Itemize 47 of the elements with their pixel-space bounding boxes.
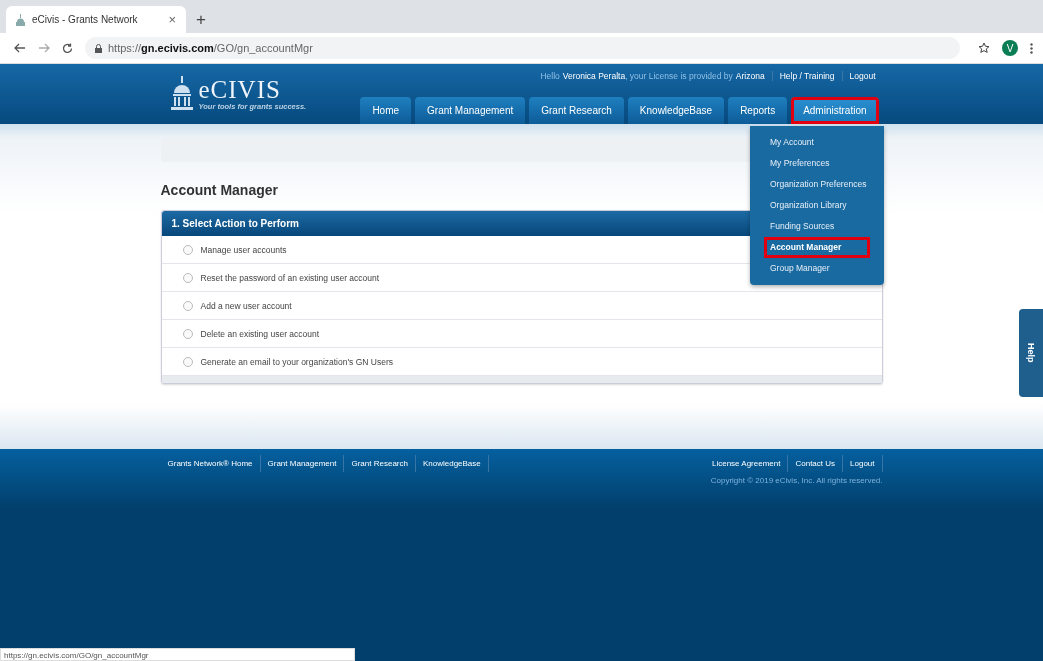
close-tab-button[interactable]: × <box>168 12 176 27</box>
nav-tab[interactable]: Grant Management <box>415 97 526 124</box>
header-link[interactable]: Logout <box>841 71 883 81</box>
dome-icon <box>16 13 25 26</box>
menu-item[interactable]: Organization Preferences <box>750 174 884 195</box>
footer-link[interactable]: Logout <box>843 455 883 472</box>
browser-tab[interactable]: eCivis - Grants Network × <box>6 6 186 33</box>
capitol-dome-icon <box>168 76 195 112</box>
back-icon[interactable] <box>14 43 26 53</box>
new-tab-button[interactable]: + <box>196 6 206 33</box>
footer-link[interactable]: Grants Network® Home <box>160 455 261 472</box>
radio-button[interactable] <box>182 300 193 311</box>
footer-link[interactable]: Grant Research <box>344 455 416 472</box>
radio-button[interactable] <box>182 328 193 339</box>
reload-icon[interactable] <box>62 42 73 54</box>
logo-wordmark: eCIVIS <box>198 77 282 102</box>
nav-tab[interactable]: Home <box>360 97 412 124</box>
footer-link[interactable]: Contact Us <box>788 455 844 472</box>
nav-tab[interactable]: KnowledgeBase <box>627 97 725 124</box>
page-title: Account Manager <box>160 182 278 198</box>
action-option[interactable]: Delete an existing user account <box>161 320 882 348</box>
profile-avatar[interactable]: V <box>1002 40 1018 56</box>
header-link[interactable]: Help / Training <box>771 71 842 81</box>
copyright-text: Copyright © 2019 eCivis, Inc. All rights reserved. <box>709 476 883 485</box>
menu-item[interactable]: Account Manager <box>764 237 870 258</box>
status-url: https://gn.ecivis.com/GO/gn_accountMgr <box>0 648 355 661</box>
footer-link[interactable]: KnowledgeBase <box>415 455 489 472</box>
greeting-text: Hello Veronica Peralta, your License is provided by Arizona <box>540 71 766 81</box>
radio-button[interactable] <box>182 244 193 255</box>
footer-link[interactable]: License Agreement <box>704 455 789 472</box>
radio-button[interactable] <box>182 272 193 283</box>
nav-tab[interactable]: Administration <box>791 97 879 124</box>
nav-tab[interactable]: Reports <box>728 97 788 124</box>
help-tab[interactable]: Help <box>1019 309 1043 397</box>
nav-tab[interactable]: Grant Research <box>529 97 624 124</box>
footer-link[interactable]: Grant Management <box>260 455 345 472</box>
action-option[interactable]: Add a new user account <box>161 292 882 320</box>
menu-item[interactable]: My Account <box>750 132 884 153</box>
radio-button[interactable] <box>182 356 193 367</box>
menu-icon[interactable] <box>1030 42 1033 54</box>
forward-icon[interactable] <box>38 43 50 53</box>
tab-title: eCivis - Grants Network <box>32 14 139 25</box>
lock-icon <box>95 43 102 53</box>
star-icon[interactable] <box>978 42 990 54</box>
menu-item[interactable]: Funding Sources <box>750 216 884 237</box>
menu-item[interactable]: My Preferences <box>750 153 884 174</box>
address-field[interactable]: https://gn.ecivis.com/GO/gn_accountMgr <box>85 37 960 59</box>
